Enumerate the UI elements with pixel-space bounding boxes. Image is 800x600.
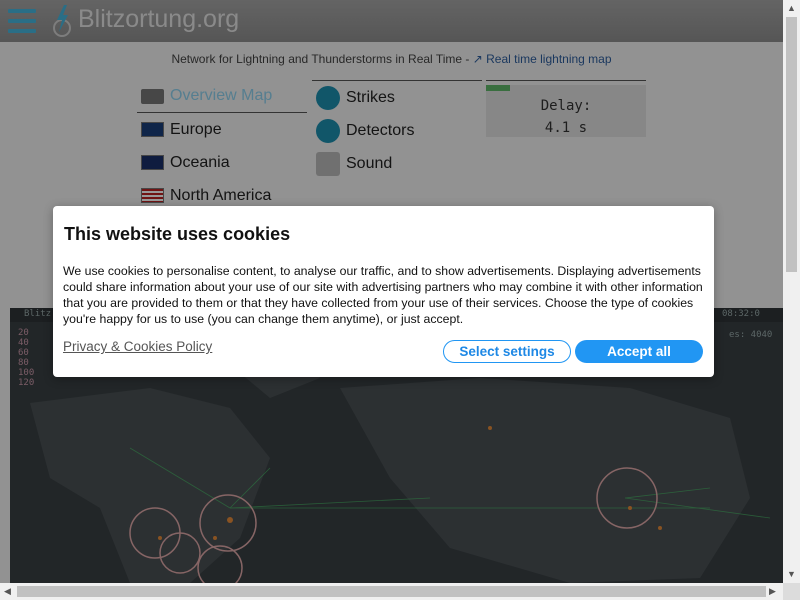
- select-settings-button[interactable]: Select settings: [443, 340, 571, 363]
- scroll-right-icon[interactable]: ▶: [769, 586, 776, 597]
- scrollbar-corner: [783, 583, 800, 600]
- horizontal-scroll-thumb[interactable]: [17, 586, 766, 597]
- cookie-dialog-body: We use cookies to personalise content, t…: [63, 264, 703, 326]
- accept-all-button[interactable]: Accept all: [575, 340, 703, 363]
- scroll-down-icon[interactable]: ▼: [787, 569, 796, 579]
- privacy-policy-link[interactable]: Privacy & Cookies Policy: [63, 339, 212, 354]
- cookie-consent-dialog: This website uses cookies We use cookies…: [53, 206, 714, 377]
- scroll-left-icon[interactable]: ◀: [4, 586, 11, 597]
- vertical-scrollbar[interactable]: ▲ ▼: [783, 0, 800, 583]
- scroll-up-icon[interactable]: ▲: [787, 3, 796, 13]
- page: Blitzortung.org Network for Lightning an…: [0, 0, 783, 583]
- horizontal-scrollbar[interactable]: ◀ ▶: [0, 583, 783, 600]
- vertical-scroll-thumb[interactable]: [786, 17, 797, 272]
- cookie-dialog-title: This website uses cookies: [64, 224, 291, 244]
